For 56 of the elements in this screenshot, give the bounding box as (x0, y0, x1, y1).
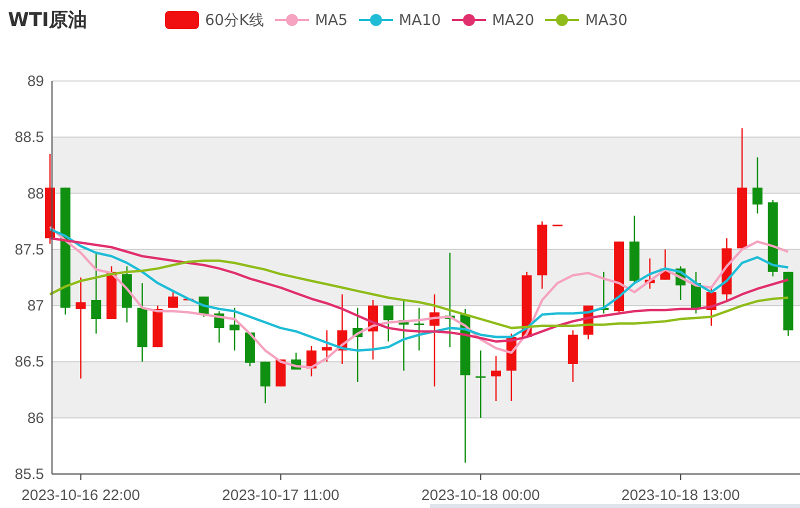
legend-item[interactable]: MA30 (545, 11, 628, 29)
legend-label: MA30 (585, 11, 628, 29)
candlestick (291, 352, 302, 370)
y-axis-label: 86 (27, 410, 44, 427)
x-axis-label: 2023-10-16 22:00 (22, 487, 140, 504)
legend-item[interactable]: MA20 (452, 11, 534, 29)
candlestick (552, 224, 563, 226)
y-axis-label: 89 (27, 73, 44, 90)
candlestick (337, 294, 348, 364)
candlestick (752, 157, 762, 214)
candlestick (706, 288, 716, 326)
candlestick (122, 266, 132, 322)
candlestick (476, 350, 486, 418)
candlestick (276, 359, 286, 386)
candlestick (491, 356, 502, 402)
candlestick (152, 306, 163, 348)
legend-item[interactable]: MA5 (274, 11, 348, 29)
candlestick (214, 311, 224, 343)
candlestick (260, 362, 270, 404)
candlestick (306, 346, 316, 376)
candlestick (644, 258, 655, 289)
candlestick (398, 300, 409, 371)
candlestick (368, 300, 378, 360)
legend-item[interactable]: 60分K线 (165, 10, 264, 30)
chart-title: WTI原油 (8, 8, 88, 33)
candlestick (230, 308, 240, 350)
x-axis-label: 2023-10-17 11:00 (222, 487, 340, 504)
candlestick (690, 272, 701, 314)
x-axis-label: 2023-10-18 13:00 (621, 487, 740, 504)
candlestick (568, 330, 578, 382)
candlestick (598, 272, 609, 314)
y-axis-label: 87 (27, 298, 44, 315)
legend-label: MA10 (398, 11, 441, 29)
candlestick (629, 216, 640, 284)
candlestick (660, 249, 670, 280)
y-axis-label: 87.5 (14, 241, 44, 258)
legend-item[interactable]: MA10 (358, 11, 441, 29)
candlestick (244, 332, 255, 366)
candlestick (783, 272, 794, 336)
y-axis-label: 85.5 (14, 466, 44, 483)
y-axis-label: 88.5 (14, 129, 44, 146)
candlestick (537, 221, 548, 289)
candlestick (676, 266, 686, 300)
candlestick (414, 308, 424, 350)
y-axis-label: 88 (27, 185, 44, 202)
legend-label: MA5 (314, 11, 348, 29)
candlestick (183, 298, 194, 300)
y-axis-label: 86.5 (14, 354, 44, 371)
candlestick (168, 292, 178, 308)
candlestick (506, 334, 516, 402)
candlestick (722, 238, 732, 300)
x-axis-label: 2023-10-18 00:00 (421, 487, 540, 504)
candlestick (383, 306, 394, 342)
candlestick (322, 330, 332, 362)
zoom-slider-bar[interactable] (430, 504, 800, 508)
legend-label: MA20 (492, 11, 534, 29)
